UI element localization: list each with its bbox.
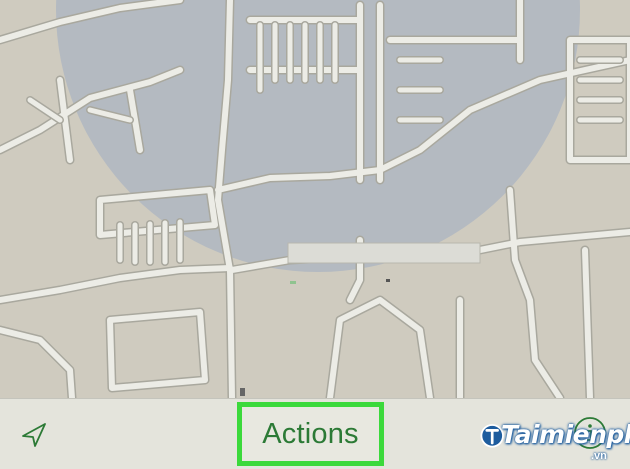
location-button[interactable] xyxy=(14,417,54,453)
info-button[interactable] xyxy=(570,413,610,453)
bottom-toolbar: Actions xyxy=(0,398,630,469)
runway-strip xyxy=(287,242,481,264)
location-arrow-icon xyxy=(22,423,46,447)
map-canvas xyxy=(0,0,630,398)
info-icon xyxy=(574,417,606,449)
actions-button[interactable]: Actions xyxy=(237,402,384,466)
actions-label: Actions xyxy=(262,417,359,450)
map-view[interactable] xyxy=(0,0,630,398)
